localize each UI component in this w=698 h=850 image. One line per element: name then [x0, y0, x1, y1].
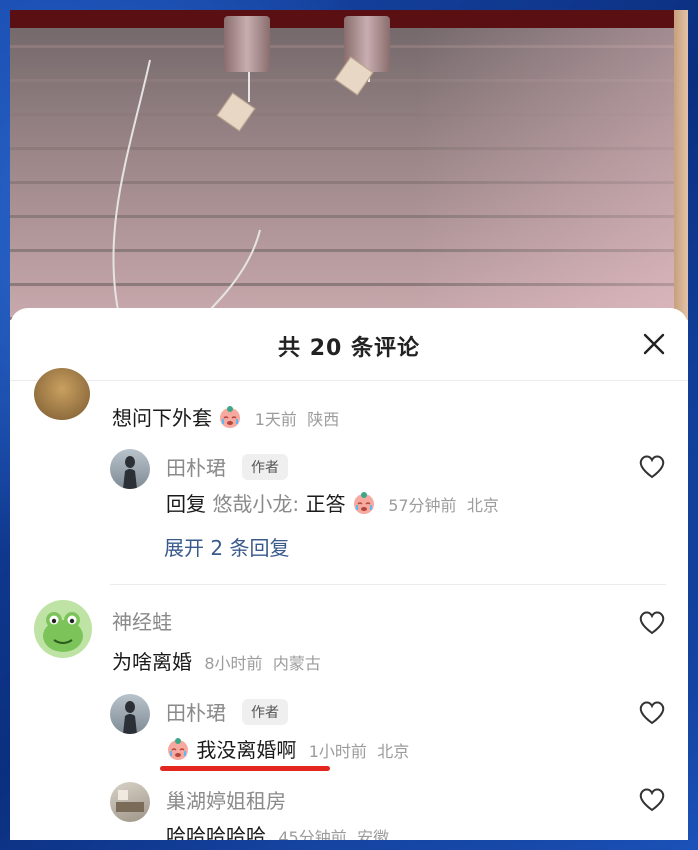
- avatar[interactable]: [34, 368, 90, 420]
- commenter-name[interactable]: 神经蛙: [112, 606, 172, 635]
- reply-to-user[interactable]: 悠哉小龙:: [212, 492, 299, 516]
- reply-time: 45分钟前: [278, 828, 347, 840]
- reply-prefix: 回复: [166, 492, 206, 516]
- author-badge: 作者: [242, 454, 288, 480]
- sheet-header: 共 20 条评论: [10, 308, 688, 381]
- expand-replies-link[interactable]: 展开 2 条回复: [164, 532, 289, 561]
- wooden-pole: [674, 10, 688, 320]
- comment-body: 为啥离婚: [112, 650, 192, 674]
- comment-location: 内蒙古: [272, 654, 321, 673]
- like-heart-icon[interactable]: [637, 785, 667, 813]
- like-heart-icon[interactable]: [637, 608, 667, 636]
- comment-text: 为啥离婚 8小时前 内蒙古: [112, 646, 321, 675]
- room-photo-icon: [116, 790, 144, 812]
- frog-avatar-icon: [43, 612, 83, 652]
- comment-location: 陕西: [307, 410, 340, 429]
- comment-time: 1天前: [254, 410, 297, 429]
- reply-location: 北京: [466, 496, 499, 515]
- avatar[interactable]: [34, 600, 92, 658]
- author-badge: 作者: [242, 699, 288, 725]
- reply-body: 哈哈哈哈哈: [166, 824, 266, 840]
- reply-time: 57分钟前: [388, 496, 457, 515]
- comment-count-title: 共 20 条评论: [278, 336, 420, 361]
- commenter-name[interactable]: 田朴珺: [166, 697, 226, 726]
- red-highlight-underline: [160, 766, 330, 771]
- person-icon: [123, 456, 137, 489]
- crying-emoji-icon: [353, 492, 374, 514]
- avatar[interactable]: [110, 449, 150, 489]
- reply-text: 哈哈哈哈哈 45分钟前 安徽: [166, 820, 389, 840]
- comment-time: 8小时前: [204, 654, 263, 673]
- reply-time: 1小时前: [308, 742, 367, 761]
- close-icon: [643, 333, 665, 355]
- like-heart-icon[interactable]: [637, 452, 667, 480]
- commenter-name[interactable]: 田朴珺: [166, 452, 226, 481]
- cable-line: [112, 59, 261, 320]
- reply-text: 我没离婚啊 1小时前 北京: [166, 734, 409, 763]
- reply-text: 回复 悠哉小龙: 正答 57分钟前 北京: [166, 488, 499, 517]
- reply-location: 安徽: [357, 828, 390, 840]
- commenter-name[interactable]: 巢湖婷姐租房: [166, 785, 286, 814]
- avatar[interactable]: [110, 782, 150, 822]
- reply-location: 北京: [377, 742, 410, 761]
- comment-text: 想问下外套 1天前 陕西: [112, 402, 339, 431]
- crying-emoji-icon: [168, 738, 188, 760]
- avatar[interactable]: [110, 694, 150, 734]
- comment-sheet: 共 20 条评论 想问下外套 1天前 陕西 田朴珺 作者 回复 悠哉小龙: 正答…: [10, 308, 688, 840]
- crying-emoji-icon: [220, 406, 241, 428]
- phone-screen: 共 20 条评论 想问下外套 1天前 陕西 田朴珺 作者 回复 悠哉小龙: 正答…: [10, 10, 688, 840]
- comment-divider: [110, 584, 666, 585]
- like-heart-icon[interactable]: [637, 698, 667, 726]
- reply-body: 我没离婚啊: [196, 738, 297, 762]
- comment-body: 想问下外套: [112, 406, 212, 430]
- person-icon: [123, 701, 137, 734]
- video-photo[interactable]: [10, 10, 688, 320]
- reply-body: 正答: [305, 492, 346, 516]
- close-button[interactable]: [638, 328, 670, 360]
